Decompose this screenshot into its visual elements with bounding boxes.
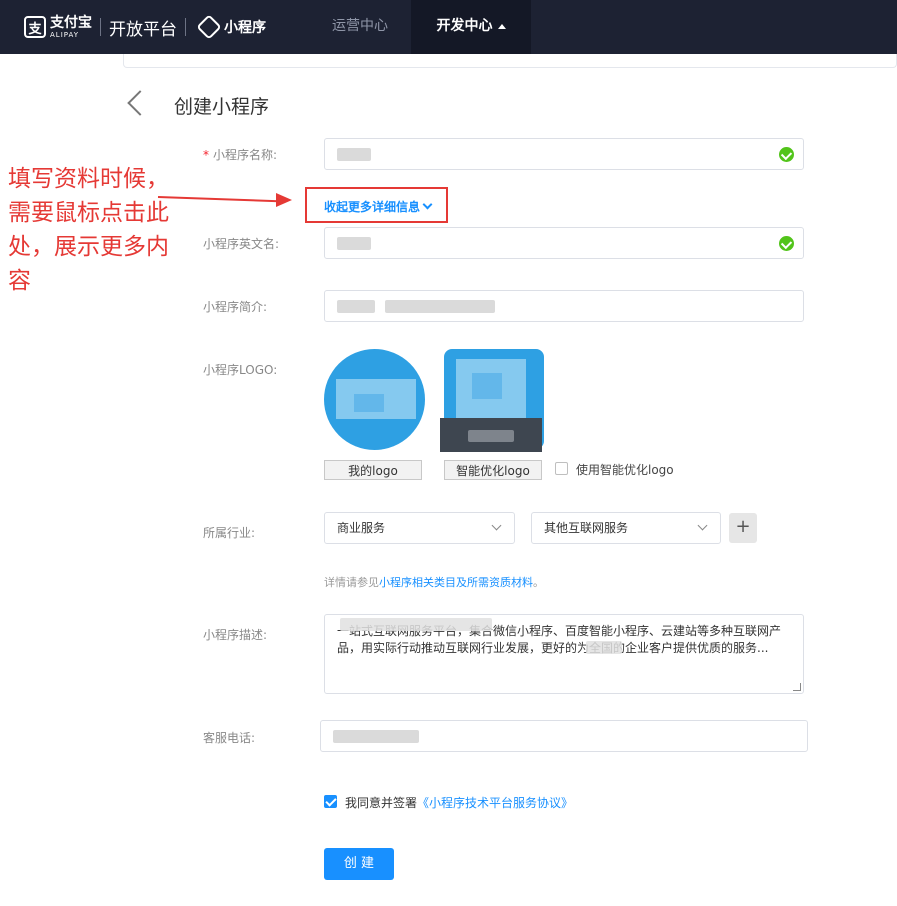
smart-logo-button[interactable]: 智能优化logo (444, 460, 542, 480)
my-logo-button[interactable]: 我的logo (324, 460, 422, 480)
toggle-details-link[interactable]: 收起更多详细信息 (324, 198, 433, 215)
annotation-text: 填写资料时候，需要鼠标点击此处，展示更多内容 (8, 166, 169, 294)
blurred-value (337, 237, 371, 250)
my-logo-image[interactable] (324, 349, 425, 450)
chevron-down-icon (697, 520, 708, 531)
chevron-down-icon (422, 199, 433, 210)
service-agreement-link[interactable]: 《小程序技术平台服务协议》 (417, 796, 573, 810)
intro-label: 小程序简介: (203, 300, 268, 314)
hint-prefix: 详情请参见 (324, 576, 379, 589)
qualification-link[interactable]: 小程序相关类目及所需资质材料 (379, 576, 533, 589)
add-industry-button[interactable]: + (729, 513, 757, 543)
agreement-checkbox[interactable] (324, 795, 337, 808)
use-smart-logo-checkbox[interactable] (555, 462, 568, 475)
nav-operations-center[interactable]: 运营中心 (305, 0, 415, 54)
alipay-wordmark: 支付宝 ALIPAY (50, 16, 92, 39)
en-name-input[interactable] (324, 227, 804, 259)
toggle-details-label: 收起更多详细信息 (324, 200, 421, 214)
industry-primary-value: 商业服务 (337, 521, 386, 535)
smart-logo-overlay (440, 418, 542, 452)
name-label-text: 小程序名称: (213, 148, 278, 162)
industry-primary-select[interactable]: 商业服务 (324, 512, 515, 544)
en-name-label: 小程序英文名: (203, 237, 280, 251)
desc-label: 小程序描述: (203, 628, 268, 642)
logo-label: 小程序LOGO: (203, 363, 278, 377)
platform-title: 开放平台 (109, 19, 177, 40)
pixelated-area (472, 373, 502, 399)
required-mark: * (203, 148, 209, 162)
blurred-value (385, 300, 495, 313)
industry-label: 所属行业: (203, 526, 256, 540)
nav-developer-center-label: 开发中心 (436, 18, 493, 34)
top-navigation-bar: 支 支付宝 ALIPAY 开放平台 小程序 运营中心 开发中心 (0, 0, 897, 54)
industry-secondary-value: 其他互联网服务 (544, 521, 629, 535)
page-title: 创建小程序 (174, 96, 270, 118)
create-button[interactable]: 创 建 (324, 848, 394, 880)
blurred-value (333, 730, 419, 743)
back-arrow-icon[interactable] (127, 90, 153, 116)
use-smart-logo-label: 使用智能优化logo (576, 463, 674, 477)
phone-label: 客服电话: (203, 731, 256, 745)
industry-secondary-select[interactable]: 其他互联网服务 (531, 512, 721, 544)
check-circle-icon (779, 236, 794, 251)
phone-input[interactable] (320, 720, 808, 752)
agreement-label: 我同意并签署 (345, 796, 418, 810)
annotation-arrow-head-icon (276, 193, 292, 207)
blurred-value (337, 300, 375, 313)
resize-handle-icon[interactable] (793, 683, 801, 691)
name-input[interactable] (324, 138, 804, 170)
agreement-text: 我同意并签署《小程序技术平台服务协议》 (345, 794, 573, 811)
industry-hint: 详情请参见小程序相关类目及所需资质材料。 (324, 574, 544, 590)
check-circle-icon (779, 147, 794, 162)
caret-up-icon (497, 23, 506, 29)
blurred-value (337, 148, 371, 161)
alipay-logo-icon: 支 (24, 16, 46, 38)
alipay-cn-text: 支付宝 (50, 14, 92, 31)
hint-suffix: 。 (533, 576, 544, 589)
name-label: * 小程序名称: (203, 146, 277, 163)
divider (100, 18, 101, 36)
divider (185, 18, 186, 36)
sub-navigation-bar (123, 54, 897, 68)
intro-input[interactable] (324, 290, 804, 322)
brand[interactable]: 支 支付宝 ALIPAY 开放平台 小程序 (24, 13, 266, 41)
blurred-value (468, 430, 514, 442)
blurred-value (586, 641, 622, 654)
mini-program-icon (196, 14, 222, 40)
chevron-down-icon (491, 520, 502, 531)
alipay-en-text: ALIPAY (50, 30, 80, 39)
mini-program-title: 小程序 (224, 20, 266, 36)
nav-developer-center[interactable]: 开发中心 (411, 0, 531, 54)
pixelated-area (354, 394, 384, 412)
blurred-value (340, 618, 492, 631)
